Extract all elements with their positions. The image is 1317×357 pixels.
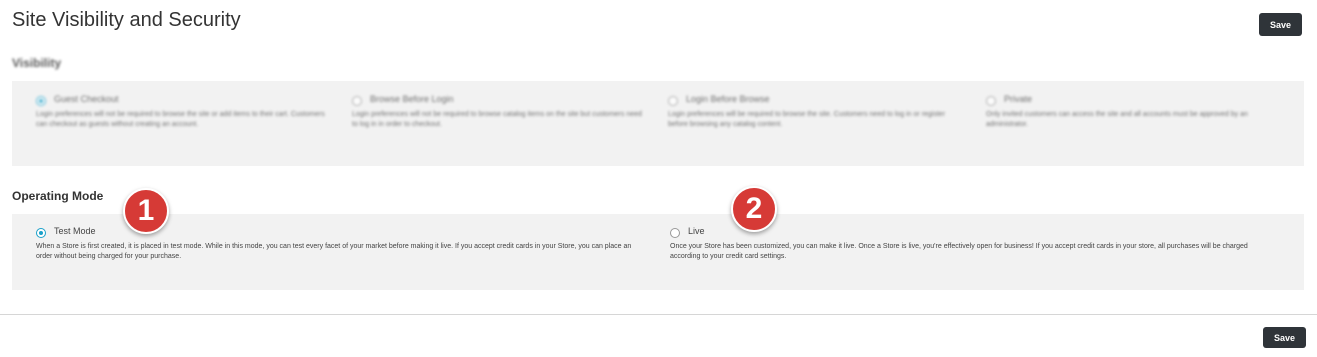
footer-divider [0, 314, 1317, 315]
footer-save-button[interactable]: Save [1263, 327, 1306, 348]
page-title: Site Visibility and Security [12, 9, 241, 31]
visibility-panel: Guest Checkout Login preferences will no… [12, 81, 1304, 166]
radio-icon[interactable] [352, 96, 362, 106]
operating-mode-panel: Test Mode When a Store is first created,… [12, 214, 1304, 290]
option-label: Browse Before Login [370, 94, 454, 104]
option-label: Private [1004, 94, 1033, 104]
radio-icon[interactable] [986, 96, 996, 106]
option-description: Login preferences will not be required t… [36, 111, 325, 128]
annotation-badge-1: 1 [123, 188, 169, 234]
option-label: Login Before Browse [686, 94, 770, 104]
option-description: Login preferences will not be required t… [352, 111, 642, 128]
option-description: Once your Store has been customized, you… [670, 243, 1248, 260]
visibility-heading: Visibility [12, 56, 62, 70]
annotation-badge-2: 2 [731, 186, 777, 232]
radio-icon[interactable] [670, 228, 680, 238]
option-description: Login preferences will be required to br… [668, 111, 946, 128]
radio-icon[interactable] [36, 228, 46, 238]
operating-mode-heading: Operating Mode [12, 189, 104, 203]
radio-icon[interactable] [36, 96, 46, 106]
radio-icon[interactable] [668, 96, 678, 106]
option-description: Only invited customers can access the si… [986, 111, 1248, 128]
save-button[interactable]: Save [1259, 13, 1302, 36]
option-description: When a Store is first created, it is pla… [36, 243, 632, 260]
option-label: Live [688, 226, 705, 236]
option-label: Test Mode [54, 226, 96, 236]
option-label: Guest Checkout [54, 94, 119, 104]
